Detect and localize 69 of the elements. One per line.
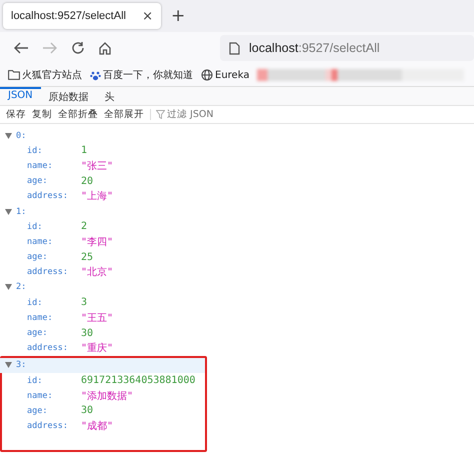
field-key: id: [27, 298, 81, 308]
folder-icon [8, 70, 20, 80]
record-row[interactable]: 1: [0, 204, 474, 220]
url-text: localhost:9527/selectAll [249, 41, 380, 55]
field-key: address: [27, 421, 81, 432]
field-value: 20 [81, 176, 94, 187]
field-value: 1 [81, 145, 88, 156]
field-key: name: [27, 236, 81, 247]
field-value: 30 [81, 328, 94, 339]
field-value: "张三" [81, 160, 114, 173]
field-key: address: [27, 343, 81, 354]
field-key: age: [27, 328, 81, 338]
toolbar-button[interactable]: 保存 [4, 108, 28, 121]
tab-title: localhost:9527/selectAll [11, 10, 126, 22]
collapse-icon [5, 362, 12, 368]
record-index: 3: [16, 360, 26, 370]
field-value: 2 [81, 221, 88, 232]
field-value: "北京" [81, 266, 114, 280]
viewer-tab[interactable]: 头 [96, 87, 123, 105]
toolbar-button[interactable]: 全部展开 [102, 108, 146, 121]
filter-icon [156, 110, 165, 119]
record-index: 0: [16, 130, 26, 141]
field-key: id: [27, 222, 81, 232]
field-key: age: [27, 406, 81, 416]
page-icon [229, 42, 240, 54]
field-value: 25 [81, 252, 94, 263]
viewer-tab[interactable]: 原始数据 [40, 87, 97, 105]
field-value: 30 [81, 405, 94, 416]
reload-icon[interactable] [71, 41, 85, 55]
record-row[interactable]: 3: [0, 358, 205, 373]
home-icon[interactable] [98, 41, 112, 55]
field-key: age: [27, 252, 81, 262]
record-index: 1: [16, 206, 26, 217]
viewer-tab[interactable]: JSON [0, 87, 41, 105]
bookmark-item[interactable]: 火狐官方站点 [8, 68, 82, 82]
field-value: "添加数据" [81, 390, 134, 403]
field-value: 3 [81, 297, 88, 308]
field-key: name: [27, 390, 81, 401]
filter-field[interactable]: 过滤 JSON [150, 109, 247, 120]
record-index: 2: [16, 282, 26, 292]
collapse-icon [5, 284, 12, 290]
bookmark-item[interactable]: Eureka [201, 69, 250, 81]
address-bar[interactable]: localhost:9527/selectAll [220, 35, 474, 61]
field-key: address: [27, 267, 81, 278]
toolbar-button[interactable]: 全部折叠 [56, 108, 100, 121]
new-tab-button[interactable]: + [171, 6, 186, 26]
globe-icon [201, 69, 213, 81]
field-key: age: [27, 176, 81, 186]
record-row[interactable]: 0: [0, 128, 474, 144]
field-key: address: [27, 191, 81, 202]
field-key: name: [27, 160, 81, 171]
record-row[interactable]: 2: [0, 280, 474, 296]
toolbar-button[interactable]: 复制 [30, 108, 54, 121]
collapse-icon [5, 208, 12, 215]
bookmark-item[interactable]: 百度一下，你就知道 [90, 68, 193, 82]
collapse-icon [5, 132, 12, 139]
back-icon[interactable] [13, 41, 29, 55]
browser-tab[interactable]: localhost:9527/selectAll × [3, 3, 161, 29]
field-key: name: [27, 312, 81, 323]
field-key: id: [27, 146, 81, 156]
field-key: id: [27, 376, 81, 386]
field-value: 6917213364053881000 [81, 375, 196, 386]
close-icon[interactable]: × [142, 8, 153, 24]
field-value: "成都" [81, 420, 114, 434]
paw-icon [90, 70, 101, 80]
field-value: "李四" [81, 236, 114, 249]
field-value: "重庆" [81, 342, 114, 356]
field-value: "上海" [81, 190, 114, 204]
field-value: "王五" [81, 312, 114, 325]
